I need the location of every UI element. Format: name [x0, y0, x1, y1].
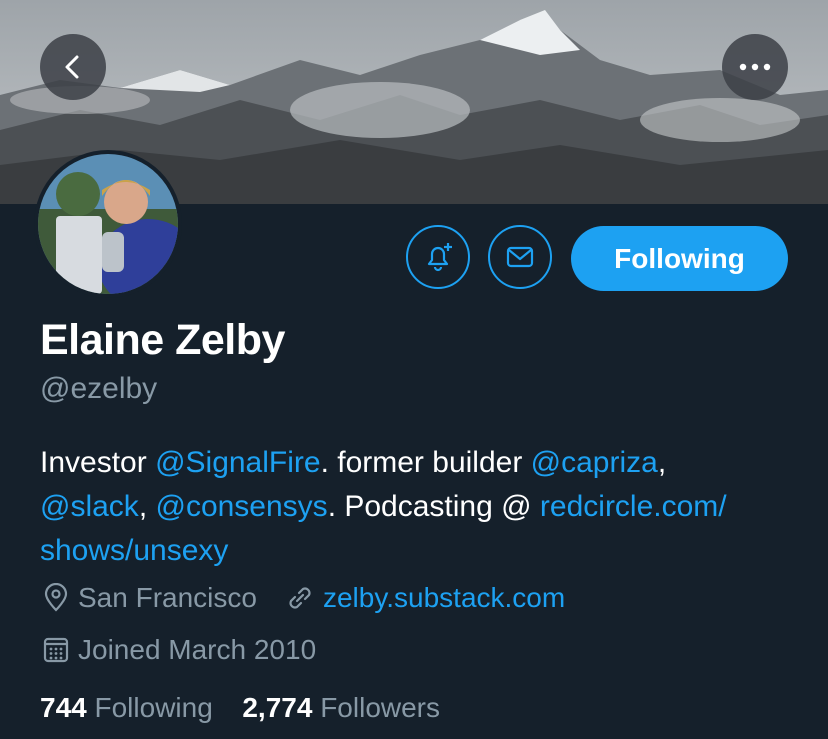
- user-handle: @ezelby: [40, 372, 158, 405]
- location-pin-icon: [44, 583, 68, 612]
- profile-bio: Investor @SignalFire. former builder @ca…: [40, 441, 800, 573]
- followers-count: 2,774: [242, 692, 313, 723]
- more-horizontal-icon: [739, 63, 771, 71]
- followers-count-link[interactable]: 2,774 Followers: [242, 692, 440, 723]
- following-label: Following: [94, 692, 213, 723]
- bio-text: . former builder: [320, 446, 531, 479]
- calendar-icon: [43, 637, 69, 663]
- bio-link-part2[interactable]: shows/unsexy: [40, 534, 228, 567]
- link-icon: [289, 587, 311, 609]
- message-button[interactable]: [488, 225, 552, 289]
- bio-text: . Podcasting @: [327, 490, 540, 523]
- joined-row: Joined March 2010: [42, 634, 316, 666]
- bio-text: ,: [138, 490, 156, 523]
- location-website-row: San Francisco zelby.substack.com: [42, 582, 565, 614]
- back-button[interactable]: [40, 34, 106, 100]
- chevron-left-icon: [65, 55, 79, 79]
- notifications-button[interactable]: [406, 225, 470, 289]
- avatar[interactable]: [34, 150, 182, 298]
- following-button[interactable]: Following: [571, 226, 788, 291]
- mention-consensys[interactable]: @consensys: [155, 490, 327, 523]
- profile-photo: [38, 154, 178, 294]
- bell-plus-icon: [427, 243, 452, 272]
- more-options-button[interactable]: [722, 34, 788, 100]
- website-link[interactable]: zelby.substack.com: [323, 582, 565, 614]
- mention-capriza[interactable]: @capriza: [531, 446, 658, 479]
- following-count: 744: [40, 692, 87, 723]
- joined-date: Joined March 2010: [78, 634, 317, 665]
- following-count-link[interactable]: 744 Following: [40, 692, 213, 723]
- bio-text: ,: [657, 446, 667, 479]
- location-text: San Francisco: [78, 582, 257, 613]
- mention-slack[interactable]: @slack: [40, 490, 139, 523]
- mail-icon: [506, 246, 534, 268]
- followers-label: Followers: [320, 692, 441, 723]
- display-name: Elaine Zelby: [40, 316, 285, 364]
- mention-signalfire[interactable]: @SignalFire: [155, 446, 321, 479]
- bio-link-part1[interactable]: redcircle.com/: [540, 490, 727, 523]
- follow-counts: 744 Following 2,774 Followers: [40, 692, 440, 724]
- bio-text: Investor: [40, 446, 156, 479]
